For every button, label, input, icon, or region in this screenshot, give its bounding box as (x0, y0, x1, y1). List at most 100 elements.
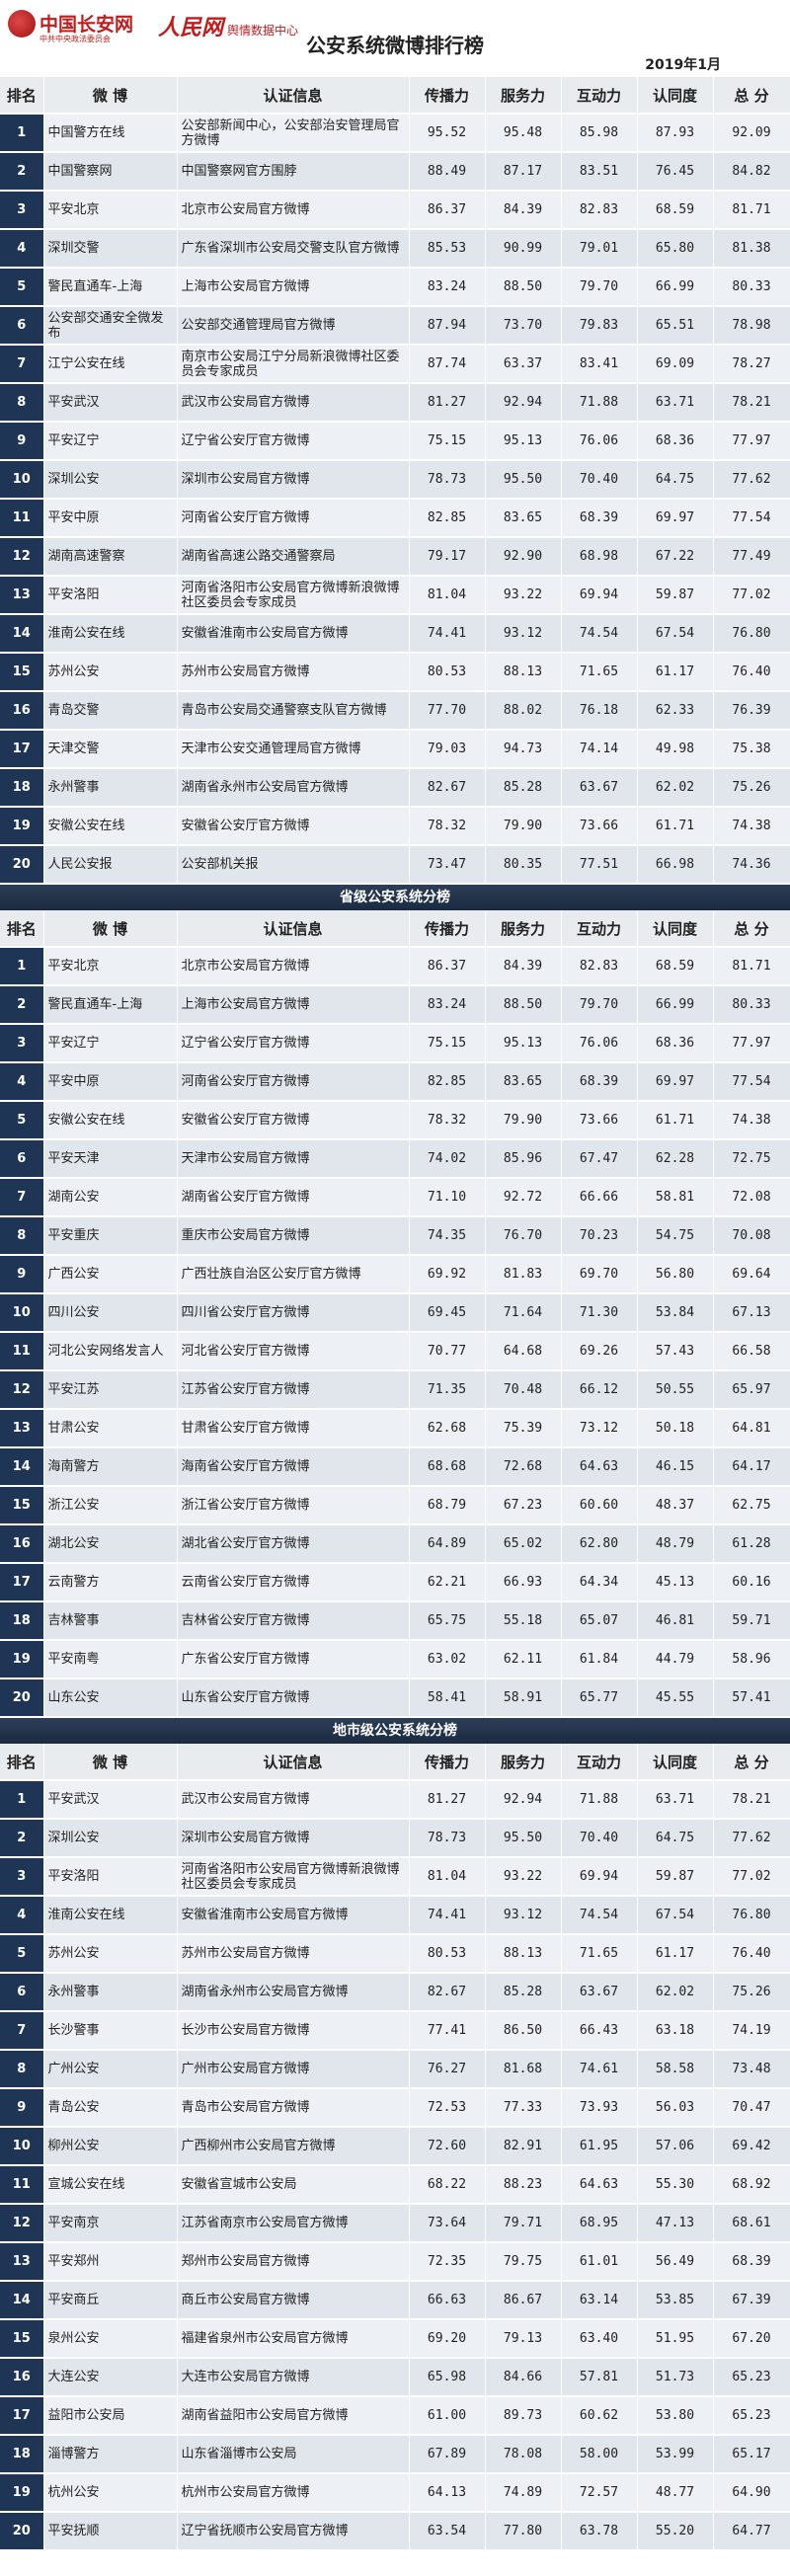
cell-spread: 65.75 (409, 1601, 486, 1641)
cell-spread: 83.24 (409, 268, 486, 307)
cell-total: 81.71 (713, 191, 790, 230)
cell-total: 78.27 (713, 345, 790, 384)
cell-service: 88.13 (485, 1934, 562, 1974)
cell-total: 64.77 (713, 2512, 790, 2551)
cell-spread: 69.20 (409, 2319, 486, 2359)
cell-certification: 公安部机关报 (177, 845, 410, 885)
column-header-rank: 排名 (0, 1744, 44, 1781)
cell-rank: 19 (0, 2473, 44, 2513)
cell-rank: 1 (0, 1780, 44, 1820)
cell-rank: 6 (0, 306, 44, 346)
cell-rank: 10 (0, 2127, 44, 2166)
cell-weibo: 警民直通车-上海 (43, 985, 178, 1025)
cell-spread: 66.63 (409, 2281, 486, 2320)
cell-service: 80.35 (485, 845, 562, 885)
cell-certification: 北京市公安局官方微博 (177, 191, 410, 230)
cell-recognition: 48.37 (637, 1486, 714, 1525)
cell-total: 78.21 (713, 1780, 790, 1820)
cell-interaction: 66.66 (561, 1178, 638, 1217)
cell-spread: 81.27 (409, 383, 486, 423)
table-row: 14 平安商丘 商丘市公安局官方微博 66.63 86.67 63.14 53.85 67.3… (0, 2281, 790, 2320)
cell-total: 67.39 (713, 2281, 790, 2320)
cell-weibo: 海南警方 (43, 1447, 178, 1487)
cell-recognition: 76.45 (637, 152, 714, 192)
cell-service: 79.90 (485, 1101, 562, 1140)
cell-total: 59.71 (713, 1601, 790, 1641)
cell-weibo: 青岛公安 (43, 2088, 178, 2128)
cell-certification: 北京市公安局官方微博 (177, 947, 410, 986)
cell-service: 72.68 (485, 1447, 562, 1487)
cell-service: 81.83 (485, 1255, 562, 1294)
cell-recognition: 53.80 (637, 2396, 714, 2436)
section-title-bar: 省级公安系统分榜 (0, 885, 790, 910)
cell-service: 78.08 (485, 2435, 562, 2474)
cell-weibo: 深圳公安 (43, 1819, 178, 1858)
cell-total: 66.58 (713, 1332, 790, 1371)
cell-certification: 云南省公安厅官方微博 (177, 1563, 410, 1602)
cell-interaction: 64.63 (561, 2165, 638, 2205)
cell-spread: 62.68 (409, 1409, 486, 1448)
cell-spread: 86.37 (409, 191, 486, 230)
column-header-interaction: 互动力 (561, 77, 638, 115)
cell-total: 76.80 (713, 1896, 790, 1935)
cell-service: 92.72 (485, 1178, 562, 1217)
cell-total: 65.23 (713, 2358, 790, 2397)
cell-spread: 77.70 (409, 691, 486, 731)
cell-interaction: 82.83 (561, 191, 638, 230)
cell-spread: 72.35 (409, 2242, 486, 2282)
cell-interaction: 76.06 (561, 1024, 638, 1063)
cell-interaction: 85.98 (561, 114, 638, 153)
cell-interaction: 82.83 (561, 947, 638, 986)
cell-service: 95.50 (485, 1819, 562, 1858)
cell-interaction: 61.01 (561, 2242, 638, 2282)
cell-spread: 76.27 (409, 2050, 486, 2089)
cell-recognition: 56.49 (637, 2242, 714, 2282)
cell-weibo: 平安北京 (43, 947, 178, 986)
cell-weibo: 杭州公安 (43, 2473, 178, 2513)
cell-spread: 70.77 (409, 1332, 486, 1371)
cell-rank: 4 (0, 1062, 44, 1102)
cell-interaction: 74.54 (561, 614, 638, 654)
cell-weibo: 湖南公安 (43, 1178, 178, 1217)
cell-service: 83.65 (485, 499, 562, 538)
cell-spread: 87.74 (409, 345, 486, 384)
table-row: 18 淄博警方 山东省淄博市公安局 67.89 78.08 58.00 53.99 65.17 (0, 2435, 790, 2474)
table-row: 9 广西公安 广西壮族自治区公安厅官方微博 69.92 81.83 69.70 56.80 6… (0, 1255, 790, 1294)
cell-recognition: 51.73 (637, 2358, 714, 2397)
cell-rank: 12 (0, 2204, 44, 2243)
cell-spread: 58.41 (409, 1678, 486, 1718)
cell-rank: 5 (0, 1101, 44, 1140)
cell-total: 67.13 (713, 1293, 790, 1333)
cell-rank: 20 (0, 2512, 44, 2551)
cell-weibo: 天津交警 (43, 730, 178, 769)
cell-certification: 江苏省南京市公安局官方微博 (177, 2204, 410, 2243)
cell-service: 85.28 (485, 768, 562, 808)
cell-certification: 辽宁省抚顺市公安局官方微博 (177, 2512, 410, 2551)
cell-recognition: 51.95 (637, 2319, 714, 2359)
cell-certification: 江苏省公安厅官方微博 (177, 1370, 410, 1410)
table-row: 16 湖北公安 湖北省公安厅官方微博 64.89 65.02 62.80 48.79 61.2… (0, 1524, 790, 1564)
cell-interaction: 79.83 (561, 306, 638, 346)
cell-spread: 81.27 (409, 1780, 486, 1820)
cell-service: 92.94 (485, 1780, 562, 1820)
cell-certification: 辽宁省公安厅官方微博 (177, 422, 410, 461)
cell-total: 74.36 (713, 845, 790, 885)
cell-rank: 17 (0, 1563, 44, 1602)
table-row: 9 青岛公安 青岛市公安局官方微博 72.53 77.33 73.93 56.03 70.47 (0, 2088, 790, 2128)
cell-recognition: 68.59 (637, 947, 714, 986)
cell-recognition: 53.85 (637, 2281, 714, 2320)
cell-certification: 安徽省宣城市公安局 (177, 2165, 410, 2205)
cell-interaction: 73.12 (561, 1409, 638, 1448)
cell-recognition: 67.54 (637, 614, 714, 654)
column-header-weibo: 微 博 (43, 1744, 178, 1781)
column-header-spread: 传播力 (409, 1744, 486, 1781)
cell-recognition: 57.06 (637, 2127, 714, 2166)
table-row: 4 平安中原 河南省公安厅官方微博 82.85 83.65 68.39 69.97 77.54 (0, 1062, 790, 1102)
table-row: 15 苏州公安 苏州市公安局官方微博 80.53 88.13 71.65 61.17 76.4… (0, 653, 790, 692)
cell-total: 70.47 (713, 2088, 790, 2128)
cell-recognition: 48.77 (637, 2473, 714, 2513)
table-row: 5 苏州公安 苏州市公安局官方微博 80.53 88.13 71.65 61.17 76.40 (0, 1934, 790, 1974)
cell-service: 79.90 (485, 807, 562, 846)
cell-interaction: 76.06 (561, 422, 638, 461)
cell-rank: 14 (0, 614, 44, 654)
